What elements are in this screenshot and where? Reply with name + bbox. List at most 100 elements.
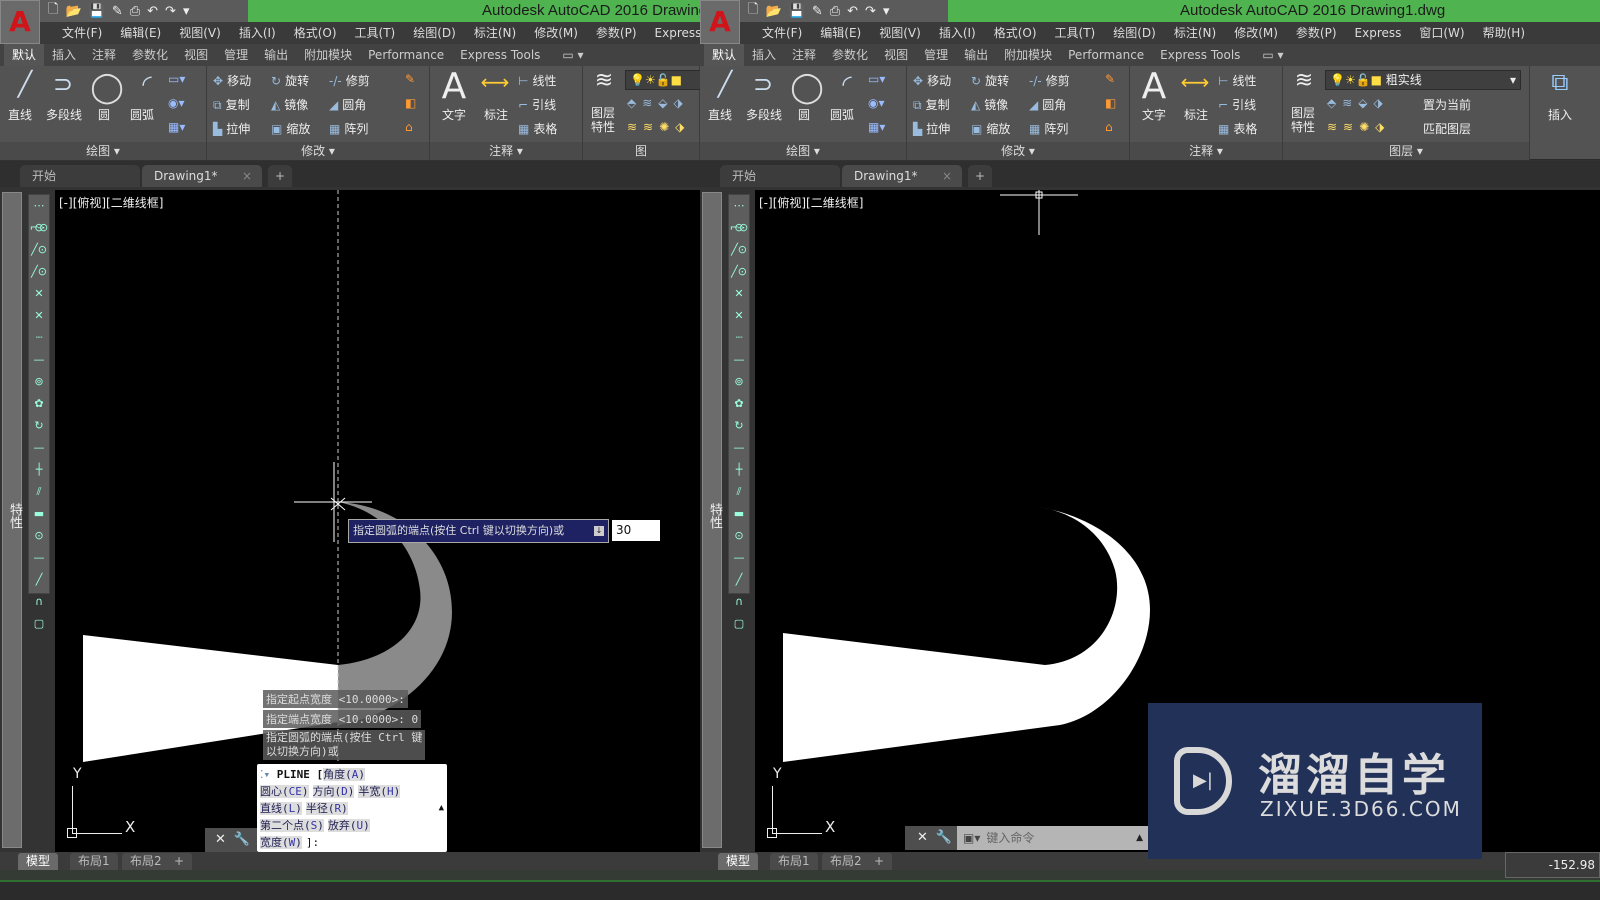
modify-panel-title[interactable]: 修改 ▾ [207,142,429,160]
draw-tool-3-icon[interactable]: ◜ [130,70,164,98]
modify-tool[interactable]: ◭ 镜像 [971,96,1008,113]
modify-tool[interactable]: ▦ 阵列 [329,120,368,137]
draw-tool-0-icon[interactable]: ╱ [708,70,742,98]
menu-item[interactable]: 标注(N) [1165,22,1225,44]
modify-extra-icon[interactable]: ✎ [1105,72,1115,86]
command-history-expand-icon[interactable]: ▲ [1136,826,1143,850]
draw-panel-title[interactable]: 绘图 ▾ [0,142,206,160]
ribbon-tab[interactable]: 附加模块 [296,44,360,66]
layer-properties-label[interactable]: 图层 特性 [1291,106,1315,134]
menu-item[interactable]: 参数(P) [1287,22,1346,44]
draw-tool-2-icon[interactable]: ◯ [90,70,124,105]
modify-tool[interactable]: ▙ 拉伸 [213,120,250,137]
osnap-tool-icon[interactable]: ⌐⊙ [29,217,49,239]
menu-item[interactable]: 视图(V) [870,22,930,44]
coordinate-readout[interactable]: -152.98 [1505,852,1600,878]
osnap-tool-icon[interactable]: ┼ [29,459,49,481]
doc-tab-start[interactable]: 开始 [720,165,840,187]
menu-item[interactable]: 格式(O) [985,22,1046,44]
osnap-tool-icon[interactable]: ✕ [729,305,749,327]
menu-item[interactable]: 帮助(H) [1474,22,1534,44]
menu-item[interactable]: 视图(V) [170,22,230,44]
layout-tab[interactable]: 模型 [718,853,759,870]
text-label[interactable]: 文字 [442,106,466,123]
layer-properties-label[interactable]: 图层 特性 [591,106,615,134]
doc-tab-start[interactable]: 开始 [20,165,140,187]
command-recent-icon[interactable]: ⁚▾ [260,768,277,781]
layers-panel-title[interactable]: 图 [583,142,699,160]
osnap-tool-icon[interactable]: ⊙ [729,525,749,547]
customize-wrench-icon[interactable]: 🔧 [234,832,250,847]
modify-tool[interactable]: ▦ 阵列 [1029,120,1068,137]
osnap-tool-icon[interactable]: — [29,437,49,459]
draw-extra-icon[interactable]: ◉▾ [168,96,185,110]
layer-dropdown[interactable]: 💡☀🔓■ [625,70,700,90]
osnap-tool-icon[interactable]: ╱⊙ [729,261,749,283]
save-as-icon[interactable]: ✎ [112,4,123,19]
command-prompt-icon[interactable]: ▣▾ [963,831,980,845]
menu-item[interactable]: 参数(P) [587,22,646,44]
open-icon[interactable]: 📂 [765,4,781,19]
tooltip-options-icon[interactable]: ↓ [594,526,604,536]
modify-extra-icon[interactable]: ✎ [405,72,415,86]
command-history-expand-icon[interactable]: ▲ [439,800,444,817]
open-icon[interactable]: 📂 [65,4,81,19]
command-option[interactable]: 圆心(CE) [260,785,309,798]
text-icon[interactable]: A [1138,66,1170,107]
osnap-tool-icon[interactable]: ⊚ [29,371,49,393]
viewport-controls-label[interactable]: [-][俯视][二维线框] [59,194,163,211]
modify-tool[interactable]: ⧉ 复制 [913,96,950,113]
customize-wrench-icon[interactable]: 🔧 [936,830,952,845]
osnap-tool-icon[interactable]: ∩ [729,591,749,613]
osnap-tool-icon[interactable]: ▢ [729,613,749,635]
modify-tool[interactable]: ✥ 移动 [213,72,251,89]
osnap-tool-icon[interactable]: ╱⊙ [729,239,749,261]
annotate-tool[interactable]: ⌐ 引线 [518,96,556,113]
close-command-icon[interactable]: ✕ [917,830,928,845]
text-label[interactable]: 文字 [1142,106,1166,123]
osnap-tool-icon[interactable]: ▢ [29,613,49,635]
draw-tool-label[interactable]: 多段线 [746,106,782,123]
osnap-tool-icon[interactable]: ╱⊙ [29,261,49,283]
redo-icon[interactable]: ↷ [165,4,176,19]
osnap-tool-icon[interactable]: — [29,547,49,569]
osnap-tool-icon[interactable]: ┈ [729,327,749,349]
dynamic-input-field[interactable]: 30 [612,520,660,541]
layer-tools-row2[interactable]: ≋≋✺⬗ [627,120,690,134]
viewport-controls-label[interactable]: [-][俯视][二维线框] [759,194,863,211]
command-option[interactable]: 方向(D) [312,785,355,798]
annotate-panel-title[interactable]: 注释 ▾ [430,142,582,160]
ribbon-tab[interactable]: Express Tools [1152,44,1248,66]
draw-tool-label[interactable]: 直线 [708,106,732,123]
ribbon-minimize-icon[interactable]: ▭ ▾ [1248,44,1297,66]
draw-extra-icon[interactable]: ▦▾ [168,120,185,134]
layer-properties-icon[interactable]: ≋ [1289,68,1319,93]
osnap-tool-icon[interactable]: ╱ [729,569,749,591]
command-prompt[interactable]: ⁚▾ PLINE [角度(A) 圆心(CE) 方向(D) 半宽(H) 直线(L) 半径(R… [257,764,447,852]
ribbon-tab[interactable]: Express Tools [452,44,548,66]
osnap-tool-icon[interactable]: ⫽ [29,481,49,503]
dimension-label[interactable]: 标注 [1184,106,1208,123]
layout-tab[interactable]: 布局2 [822,853,870,870]
draw-tool-label[interactable]: 圆弧 [130,106,154,123]
ribbon-tab[interactable]: 视图 [176,44,216,66]
command-option[interactable]: 半宽(H) [358,785,401,798]
set-current-button[interactable]: 置为当前 [1423,96,1471,113]
menu-item[interactable]: 编辑(E) [111,22,170,44]
layer-tools-row1[interactable]: ⬘≋⬙⬗ [627,96,689,110]
osnap-tool-icon[interactable]: ▬ [729,503,749,525]
new-tab-button[interactable]: + [968,165,992,187]
menu-item[interactable]: 修改(M) [525,22,587,44]
layer-tools-row2[interactable]: ≋≋✺⬗ [1327,120,1390,134]
layer-dropdown[interactable]: 💡☀🔓■ 粗实线 ▾ [1325,70,1521,90]
menu-item[interactable]: 插入(I) [930,22,985,44]
annotate-tool[interactable]: ▦ 表格 [518,120,557,137]
annotate-tool[interactable]: ⊢ 线性 [1218,72,1256,89]
application-menu-button[interactable]: A [700,0,740,44]
new-icon[interactable]: 🗋 [748,0,758,22]
ribbon-tab[interactable]: 附加模块 [996,44,1060,66]
layout-tab[interactable]: 模型 [18,853,59,870]
modify-tool[interactable]: ↻ 旋转 [971,72,1009,89]
close-icon[interactable]: × [942,165,952,187]
osnap-tool-icon[interactable]: — [729,547,749,569]
